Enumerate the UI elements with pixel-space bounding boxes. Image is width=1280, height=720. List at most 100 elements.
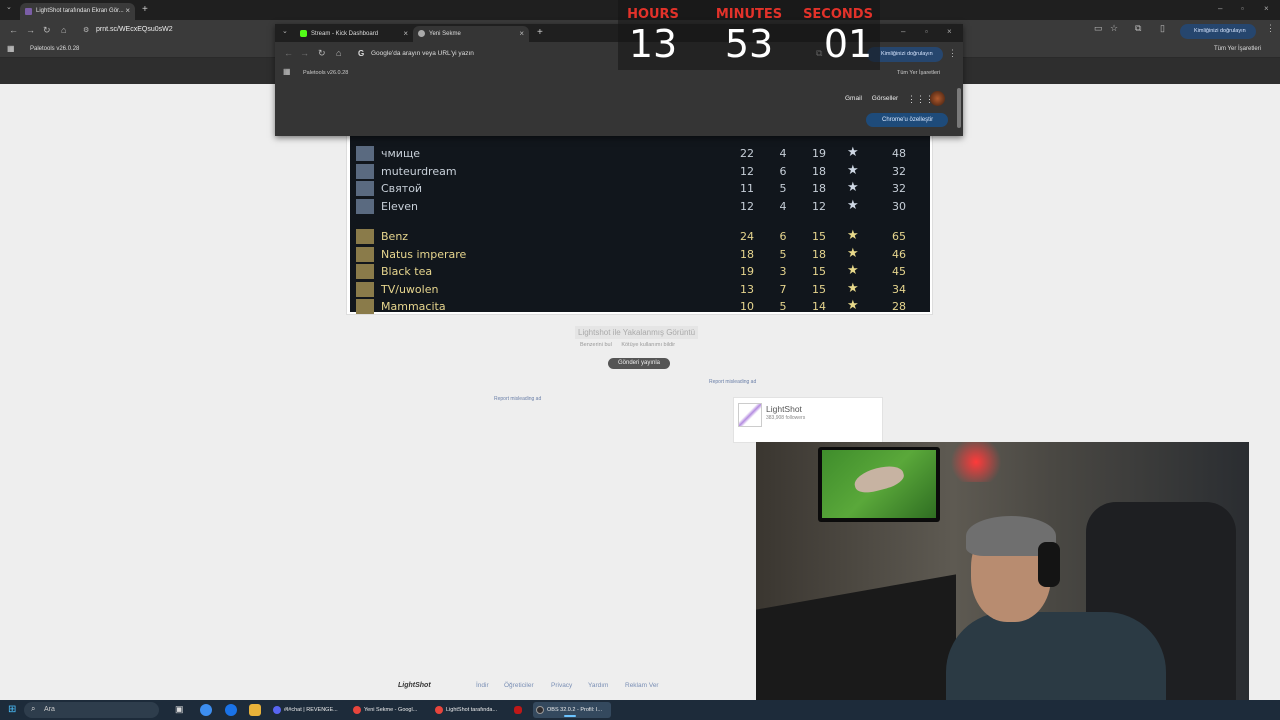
back-tab-label: LightShot tarafından Ekran Gör... [36,8,124,14]
scoreboard-row: Mammacita 10 5 14 28 ★ [350,298,930,315]
scoreboard-row: чмище 22 4 19 48 ★ [350,145,930,162]
close-window-icon[interactable]: × [947,27,952,36]
lightshot-favicon [25,8,32,15]
forward-icon[interactable]: → [300,48,309,58]
tab-kick-dashboard[interactable]: Stream - Kick Dashboard × [295,26,413,42]
player-name: TV/uwolen [381,282,439,296]
footer-link-help[interactable]: Yardım [588,682,608,689]
widget-name[interactable]: LightShot [766,404,802,414]
taskbar-app-obs[interactable]: OBS 32.0.2 - Profil: I... [533,702,611,718]
back-icon[interactable]: ← [9,25,18,35]
stat-d: 18 [812,164,826,178]
taskbar-app-discord[interactable]: #l#chat | REVENGE... [270,702,344,718]
minimize-icon[interactable]: – [901,27,905,36]
stat-score: 32 [892,164,906,178]
stat-d: 18 [812,182,826,195]
close-window-icon[interactable]: × [1264,4,1269,13]
active-indicator [564,715,577,717]
all-bookmarks[interactable]: Tüm Yer İşaretleri [897,70,940,76]
back-icon[interactable]: ← [284,48,293,58]
scoreboard-row: Святой 11 5 18 32 ★ [350,180,930,197]
stat-a: 6 [779,230,787,243]
app-red-icon[interactable] [514,706,522,714]
new-tab-icon[interactable]: + [537,27,543,38]
footer-link-download[interactable]: İndir [476,682,489,689]
rank-star-icon: ★ [847,280,859,296]
lightshot-feather-icon [738,403,762,427]
forward-icon[interactable]: → [26,25,35,35]
minimize-icon[interactable]: – [1218,4,1222,13]
edge-copilot-icon[interactable] [200,704,212,716]
scrollbar[interactable] [957,88,961,128]
footer-brand[interactable]: LightShot [398,682,431,689]
footer-link-tutorials[interactable]: Öğreticiler [504,682,534,689]
new-tab-icon[interactable]: + [142,4,148,15]
sidepanel-icon[interactable]: ▯ [1160,23,1165,34]
hours-value: 13 [628,22,678,66]
avatar[interactable] [930,91,945,106]
maximize-icon[interactable]: ▫ [1241,4,1244,13]
start-icon[interactable]: ⊞ [8,704,16,715]
stat-k: 24 [740,230,754,243]
report-ad-link-left[interactable]: Report misleading ad [494,396,541,402]
cast-icon[interactable]: ▭ [1094,23,1103,34]
verify-identity-button[interactable]: Kimliğinizi doğrulayın [1180,24,1256,39]
share-x-button[interactable]: Gönderi yayınla [608,358,670,369]
bookmark-paletools[interactable]: Paletools v26.0.28 [303,70,348,76]
stat-d: 15 [812,230,826,243]
task-view-icon[interactable]: ▣ [175,704,187,716]
apps-grid-icon[interactable]: ▦ [283,67,291,76]
scoreboard-row: Eleven 12 4 12 30 ★ [350,198,930,215]
gmail-link[interactable]: Gmail [845,95,862,102]
customize-chrome-button[interactable]: Chrome'u özelleştir [866,113,948,127]
stat-a: 6 [779,164,787,178]
reload-icon[interactable]: ↻ [318,48,326,59]
stat-score: 46 [892,247,906,261]
report-abuse-link[interactable]: Kötüye kullanımı bildir [621,342,675,348]
search-icon: ⌕ [31,704,36,713]
back-tab-lightshot[interactable]: LightShot tarafından Ekran Gör... × [20,3,135,20]
home-icon[interactable]: ⌂ [336,48,341,58]
stat-a: 7 [779,282,787,296]
close-icon[interactable]: × [403,29,408,38]
tab-menu-icon[interactable]: ⌄ [282,27,288,35]
stat-d: 15 [812,265,826,278]
all-bookmarks[interactable]: Tüm Yer İşaretleri [1214,46,1261,52]
report-ad-link-right[interactable]: Report misleading ad [709,379,756,385]
taskbar-app-chrome-newtab[interactable]: Yeni Sekme - Googl... [350,702,428,718]
footer-link-privacy[interactable]: Privacy [551,682,572,689]
app-label: LightShot tarafında... [446,707,498,713]
menu-icon[interactable]: ⋮ [948,48,957,59]
tab-label: Yeni Sekme [429,31,461,37]
home-icon[interactable]: ⌂ [61,25,66,35]
maximize-icon[interactable]: ▫ [925,27,928,36]
taskbar-search[interactable]: ⌕ Ara [24,702,159,718]
stream-timer: HOURS 13 MINUTES 53 SECONDS 01 [618,0,880,70]
site-info-icon[interactable]: ⚙ [83,26,89,34]
apps-grid-icon[interactable]: ▦ [7,44,15,53]
back-url-field[interactable]: prnt.sc/WEcxEQsu0sW2 [96,26,173,33]
find-similar-link[interactable]: Benzerini bul [580,342,612,348]
close-icon[interactable]: × [125,6,130,15]
bookmark-star-icon[interactable]: ☆ [1110,23,1118,34]
images-link[interactable]: Görseller [872,95,898,102]
footer-link-advertise[interactable]: Reklam Ver [625,682,659,689]
taskbar-app-chrome-lightshot[interactable]: LightShot tarafında... [432,702,506,718]
edge-icon[interactable] [225,704,237,716]
extensions-icon[interactable]: ⧉ [1135,23,1141,34]
close-icon[interactable]: × [519,29,524,38]
reload-icon[interactable]: ↻ [43,25,51,36]
stat-a: 3 [779,265,787,278]
tab-menu-icon[interactable]: ⌄ [6,3,12,11]
app-label: OBS 32.0.2 - Profil: I... [547,707,603,713]
file-explorer-icon[interactable] [249,704,261,716]
player-avatar [356,281,374,297]
player-name: Eleven [381,199,419,213]
stat-d: 19 [812,147,826,160]
bookmark-paletools[interactable]: Paletools v26.0.28 [30,46,79,52]
scoreboard-row: TV/uwolen 13 7 15 34 ★ [350,281,930,298]
rank-star-icon: ★ [847,180,859,195]
rank-star-icon: ★ [847,145,859,160]
tab-new-tab[interactable]: Yeni Sekme × [413,26,529,42]
menu-icon[interactable]: ⋮ [1266,23,1275,34]
